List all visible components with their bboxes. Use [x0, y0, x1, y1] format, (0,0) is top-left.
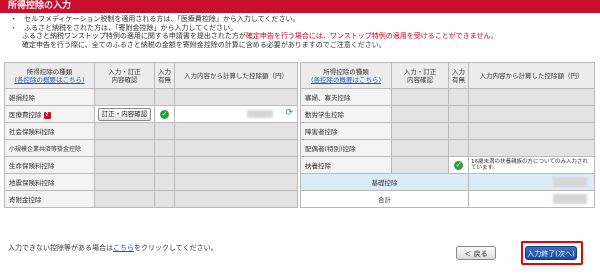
notice-line: 確定申告を行う際に、全てのふるさと納税の金額を寄附金控除の計算に含める必要があり…	[22, 40, 386, 49]
column-header-input: 入力 有無	[448, 62, 469, 89]
row-label: 寄附金控除	[4, 190, 95, 208]
redacted-amount	[553, 194, 587, 204]
check-icon: ✓	[454, 160, 463, 170]
summary-link[interactable]: (各控除の概要はこちら)	[14, 76, 84, 84]
footer-note: 入力できない控除等がある場合はこちらをクリックしてください。	[8, 244, 218, 252]
table-row: 扶養控除 ✓ 16歳未満の扶養親族の方についてのみ入力されています。	[300, 156, 595, 174]
table-row: 寄附金控除	[4, 190, 298, 208]
table-row-total: 合計	[300, 190, 595, 208]
total-label: 合計	[300, 190, 469, 208]
row-label: 勤労学生控除	[300, 105, 392, 123]
amount-value: ⟳	[174, 105, 298, 123]
summary-link[interactable]: (各控除の概要はこちら)	[311, 76, 381, 84]
table-row: 寡婦、寡夫控除	[300, 88, 595, 106]
table-row: 小規模企業共済等掛金控除	[4, 139, 298, 157]
row-label: 配偶者(特別)控除	[300, 139, 392, 157]
highlight-frame	[521, 241, 583, 265]
page-title: 所得控除の入力	[0, 0, 600, 13]
column-header-type: 所得控除の種類 (各控除の概要はこちら)	[300, 62, 392, 89]
table-row-basic: 基礎控除	[300, 173, 595, 191]
notice-line: ・ ふるさと納税をされた方は、「寄附金控除」から入力してください。	[10, 23, 238, 32]
help-link[interactable]: こちら	[113, 244, 134, 252]
table-row: 障害者控除	[300, 122, 595, 140]
help-icon[interactable]: ?	[43, 111, 51, 119]
column-header-amount: 入力内容から計算した控除額（円）	[468, 62, 595, 89]
table-row: 配偶者(特別)控除	[300, 139, 595, 157]
edit-confirm-button[interactable]: 訂正・内容確認	[97, 107, 152, 121]
notice-warning: 確定申告を行う場合には、ワンストップ特例の適用を受けることができません。	[245, 32, 498, 41]
table-header: 所得控除の種類 (各控除の概要はこちら) 入力・訂正 内容確認 入力 有無 入力…	[300, 62, 595, 89]
row-label: 医療費控除?	[4, 105, 95, 123]
redacted-amount	[247, 110, 273, 118]
check-icon: ✓	[160, 109, 169, 119]
row-label: 障害者控除	[300, 122, 392, 140]
row-label: 小規模企業共済等掛金控除	[4, 139, 95, 157]
table-row: 医療費控除? 訂正・内容確認 ✓ ⟳	[4, 105, 298, 123]
row-label: 寡婦、寡夫控除	[300, 88, 392, 106]
row-label: 地震保険料控除	[4, 173, 95, 191]
table-row: 社会保険料控除	[4, 122, 298, 140]
dependent-note: 16歳未満の扶養親族の方についてのみ入力されています。	[471, 158, 588, 172]
column-header-input-edit: 入力・訂正 内容確認	[94, 62, 155, 89]
deduction-table-right: 所得控除の種類 (各控除の概要はこちら) 入力・訂正 内容確認 入力 有無 入力…	[300, 62, 595, 208]
column-header-amount: 入力内容から計算した控除額（円）	[174, 62, 298, 89]
notice-line: ・ セルフメディケーション税制を適用される方は、「医療費控除」から入力してくださ…	[10, 15, 300, 23]
column-header-input-edit: 入力・訂正 内容確認	[391, 62, 449, 89]
table-header: 所得控除の種類 (各控除の概要はこちら) 入力・訂正 内容確認 入力 有無 入力…	[4, 62, 298, 89]
column-header-type: 所得控除の種類 (各控除の概要はこちら)	[4, 62, 95, 89]
row-label: 生命保険料控除	[4, 156, 95, 174]
notice-line: ふるさと納税ワンストップ特例の適用に関する申請書を提出された方が確定申告を行う場…	[22, 32, 498, 41]
column-header-input: 入力 有無	[154, 62, 175, 89]
total-amount	[468, 190, 595, 208]
deduction-table-left: 所得控除の種類 (各控除の概要はこちら) 入力・訂正 内容確認 入力 有無 入力…	[4, 62, 298, 208]
refresh-icon[interactable]: ⟳	[285, 108, 293, 118]
row-label: 社会保険料控除	[4, 122, 95, 140]
table-row: 地震保険料控除	[4, 173, 298, 191]
table-row: 雑損控除	[4, 88, 298, 106]
row-label: 雑損控除	[4, 88, 95, 106]
table-row: 勤労学生控除	[300, 105, 595, 123]
row-label: 扶養控除	[300, 156, 392, 174]
basic-deduction-label: 基礎控除	[300, 173, 469, 191]
back-button[interactable]: ＜ 戻る	[456, 246, 496, 260]
table-row: 生命保険料控除	[4, 156, 298, 174]
notice-section: ・ セルフメディケーション税制を適用される方は、「医療費控除」から入力してくださ…	[0, 14, 600, 60]
redacted-amount	[553, 177, 587, 187]
basic-deduction-amount	[468, 173, 595, 191]
